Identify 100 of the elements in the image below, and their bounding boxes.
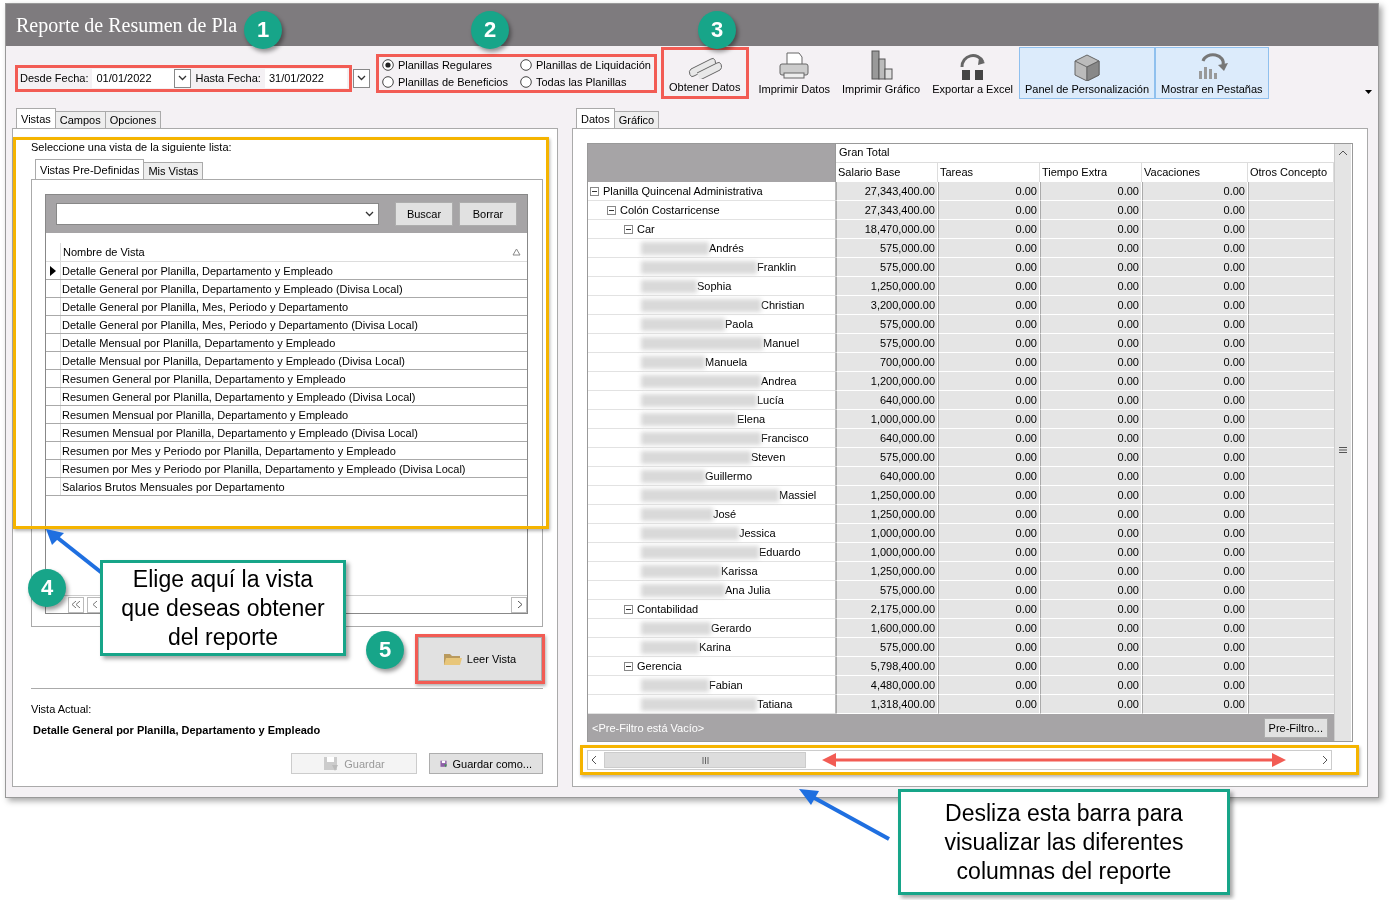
row-label: Karissa	[721, 565, 758, 577]
payroll-radio[interactable]: Planillas Regulares	[381, 58, 508, 71]
value-cell: 0.00	[938, 581, 1040, 600]
scroll-up-icon[interactable]	[1338, 148, 1348, 158]
panel-tab[interactable]: Vistas	[16, 108, 56, 128]
view-tab[interactable]: Vistas Pre-Definidas	[35, 159, 145, 179]
value-cell: 0.00	[1142, 201, 1248, 220]
load-view-button[interactable]: Leer Vista	[418, 637, 542, 681]
value-cell: 0.00	[938, 182, 1040, 201]
value-cell: 0.00	[1040, 201, 1142, 220]
prefilter-button[interactable]: Pre-Filtro...	[1263, 717, 1328, 738]
value-cell: 0.00	[938, 201, 1040, 220]
view-list-item[interactable]: Resumen por Mes y Periodo por Planilla, Departamento y Empleado	[61, 442, 527, 459]
collapse-icon[interactable]	[590, 186, 599, 196]
radio-button-icon[interactable]	[520, 75, 532, 88]
first-page-icon[interactable]	[68, 596, 84, 613]
row-label: Karina	[699, 641, 731, 653]
payroll-radio[interactable]: Planillas de Liquidación	[520, 58, 651, 71]
toolbar-button[interactable]: Mostrar en Pestañas	[1155, 47, 1269, 99]
view-list-item[interactable]: Resumen General por Planilla, Departamento y Empleado	[61, 370, 527, 387]
panel-tab[interactable]: Opciones	[104, 111, 162, 128]
view-list-item[interactable]: Detalle Mensual por Planilla, Departamento y Empleado (Divisa Local)	[61, 352, 527, 369]
collapse-icon[interactable]	[624, 604, 633, 614]
value-cell: 575,000.00	[836, 239, 938, 258]
overflow-caret-icon[interactable]	[1365, 90, 1372, 94]
value-cell: 0.00	[1040, 562, 1142, 581]
view-tab[interactable]: Mis Vistas	[143, 162, 204, 179]
sort-icon	[512, 248, 521, 256]
value-cell: 0.00	[1040, 258, 1142, 277]
save-button[interactable]: Guardar como...	[429, 753, 543, 774]
value-cell: 0.00	[1142, 638, 1248, 657]
search-button[interactable]: Borrar	[459, 202, 517, 226]
view-list-item[interactable]: Resumen General por Planilla, Departamento y Empleado (Divisa Local)	[61, 388, 527, 405]
payroll-radio[interactable]: Todas las Planillas	[520, 75, 651, 88]
toolbar-button[interactable]: Obtener Datos	[660, 47, 749, 99]
row-label: Andrés	[709, 242, 744, 254]
date-dropdown-button[interactable]	[352, 68, 370, 88]
radio-button-icon[interactable]	[381, 58, 394, 71]
horizontal-scrollbar[interactable]	[587, 750, 1332, 770]
row-label: Guillermo	[705, 470, 753, 482]
value-cell: 0.00	[1040, 353, 1142, 372]
value-cell: 0.00	[1040, 467, 1142, 486]
next-page-icon[interactable]	[511, 596, 527, 613]
value-cell: 1,600,000.00	[836, 619, 938, 638]
view-prompt: Seleccione una vista de la siguiente lista:	[31, 141, 233, 153]
from-date-field[interactable]: 01/01/2022	[92, 68, 192, 88]
view-list-item[interactable]: Detalle General por Planilla, Departamento y Empleado (Divisa Local)	[61, 280, 527, 297]
value-cell: 0.00	[1142, 220, 1248, 239]
row-label: Sophia	[697, 280, 732, 292]
row-label: Steven	[751, 451, 786, 463]
value-cell: 0.00	[1040, 619, 1142, 638]
value-cell: 27,343,400.00	[836, 201, 938, 220]
toolbar-button[interactable]: Exportar a Excel	[926, 47, 1019, 99]
payroll-radio[interactable]: Planillas de Beneficios	[381, 75, 508, 88]
view-list-item[interactable]: Detalle General por Planilla, Departamento y Empleado	[61, 262, 527, 279]
panel-tab[interactable]: Campos	[54, 111, 106, 128]
view-list-item[interactable]: Detalle General por Planilla, Mes, Periodo y Departamento	[61, 298, 527, 315]
value-cell: 0.00	[1040, 638, 1142, 657]
row-label: Gerardo	[711, 622, 752, 634]
row-label: Andrea	[761, 375, 797, 387]
to-date-field[interactable]: 31/01/2022	[264, 68, 347, 88]
redaction-blur	[641, 469, 705, 483]
value-cell: 0.00	[1040, 600, 1142, 619]
vertical-scrollbar[interactable]	[1334, 144, 1351, 741]
toolbar-button[interactable]: Panel de Personalización	[1018, 47, 1156, 99]
value-cell: 0.00	[1142, 657, 1248, 676]
grip-icon	[1339, 446, 1347, 453]
collapse-icon[interactable]	[624, 661, 633, 671]
value-cell: 0.00	[1040, 220, 1142, 239]
view-list-item[interactable]: Resumen por Mes y Periodo por Planilla, Departamento y Empleado (Divisa Local)	[61, 460, 527, 477]
grip-icon[interactable]	[701, 756, 709, 764]
radio-button-icon[interactable]	[520, 58, 532, 71]
search-combobox[interactable]	[56, 203, 379, 225]
view-list-item[interactable]: Resumen Mensual por Planilla, Departamento y Empleado (Divisa Local)	[61, 424, 527, 441]
column-header: Tareas	[938, 163, 1040, 182]
value-cell: 0.00	[938, 353, 1040, 372]
toolbar-button[interactable]: Imprimir Datos	[752, 47, 836, 99]
value-cell: 0.00	[1040, 581, 1142, 600]
view-list-item[interactable]: Detalle Mensual por Planilla, Departamento y Empleado	[61, 334, 527, 351]
value-cell: 0.00	[1142, 372, 1248, 391]
redaction-blur	[641, 279, 697, 293]
view-list-item[interactable]: Resumen Mensual por Planilla, Departamento y Empleado	[61, 406, 527, 423]
value-cell: 0.00	[1142, 429, 1248, 448]
row-label: Manuela	[705, 356, 748, 368]
panel-tab[interactable]: Datos	[576, 108, 615, 128]
callout-note: Desliza esta barra para visualizar las diferentes columnas del reporte	[898, 789, 1230, 895]
column-header[interactable]: Nombre de Vista	[63, 246, 145, 258]
value-cell: 0.00	[938, 657, 1040, 676]
panel-tab[interactable]: Gráfico	[613, 111, 660, 128]
view-list-item[interactable]: Salarios Brutos Mensuales por Departamento	[61, 478, 527, 495]
collapse-icon[interactable]	[624, 224, 633, 234]
value-cell: 1,250,000.00	[836, 505, 938, 524]
search-button[interactable]: Buscar	[395, 202, 453, 226]
value-cell: 575,000.00	[836, 258, 938, 277]
radio-button-icon[interactable]	[381, 75, 394, 88]
view-list-item[interactable]: Detalle General por Planilla, Mes, Periodo y Departamento (Divisa Local)	[61, 316, 527, 333]
collapse-icon[interactable]	[607, 205, 616, 215]
value-cell: 0.00	[1040, 296, 1142, 315]
prefilter-status: <Pre-Filtro está Vacío>	[592, 721, 705, 734]
toolbar-button[interactable]: Imprimir Gráfico	[836, 47, 927, 99]
